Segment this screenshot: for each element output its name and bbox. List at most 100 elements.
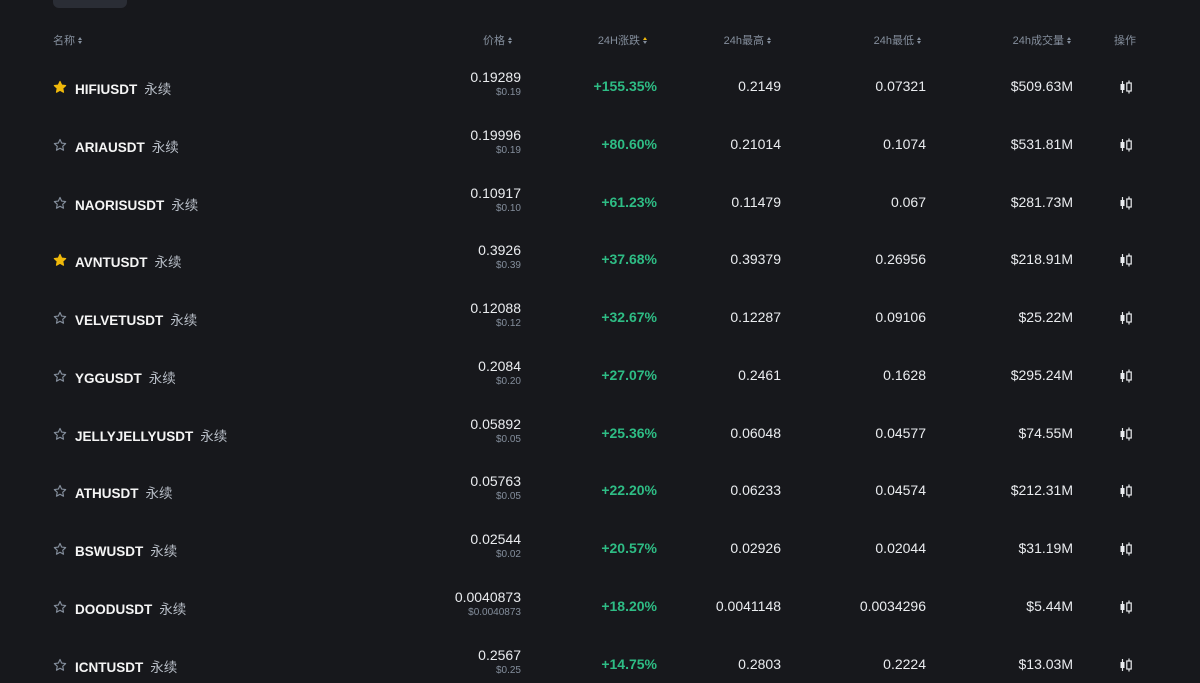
high-24h: 0.12287 [730,309,781,325]
symbol-cell[interactable]: AVNTUSDT 永续 [75,251,182,271]
symbol-name: NAORISUSDT [75,197,165,213]
column-low-header[interactable]: 24h最低 [874,32,923,48]
symbol-name: YGGUSDT [75,370,142,386]
symbol-cell[interactable]: ICNTUSDT 永续 [75,656,177,676]
symbol-cell[interactable]: JELLYJELLYUSDT 永续 [75,425,227,445]
volume-24h: $74.55M [1018,424,1073,441]
table-row[interactable]: ATHUSDT 永续 0.05763 $0.05 +22.20% 0.06233 … [0,462,1200,520]
volume-24h: $218.91M [1010,251,1073,268]
favorite-star-icon[interactable] [53,138,67,152]
table-row[interactable]: HIFIUSDT 永续 0.19289 $0.19 +155.35% 0.2149… [0,58,1200,116]
last-price: 0.05763 [470,473,521,490]
symbol-cell[interactable]: YGGUSDT 永续 [75,367,176,387]
contract-tag: 永续 [171,197,199,213]
volume-24h: $281.73M [1010,193,1073,210]
symbol-cell[interactable]: VELVETUSDT 永续 [75,309,197,329]
symbol-cell[interactable]: DOODUSDT 永续 [75,598,186,618]
candlestick-chart-icon[interactable] [1118,599,1134,615]
price-cell: 0.19996 $0.19 [470,127,521,158]
candlestick-chart-icon[interactable] [1118,657,1134,673]
price-cell: 0.2567 $0.25 [478,647,521,678]
candlestick-chart-icon[interactable] [1118,483,1134,499]
price-usd: $0.19 [495,144,521,156]
candlestick-chart-icon[interactable] [1118,368,1134,384]
candlestick-chart-icon[interactable] [1118,137,1134,153]
symbol-name: ATHUSDT [75,486,139,502]
column-high-label: 24h最高 [723,35,764,47]
low-24h: 0.0034296 [859,597,926,614]
last-price: 0.19289 [470,69,521,85]
price-usd: $0.39 [495,260,521,272]
favorite-star-icon[interactable] [53,253,67,267]
market-page: 名称 价格 24H涨跌 24h最高 24h最低 24h成交量 操作 HIFIUS… [0,0,1200,683]
candlestick-chart-icon[interactable] [1118,79,1134,95]
price-usd: $0.02 [495,549,521,560]
sort-icon [1067,35,1073,45]
favorite-star-icon[interactable] [53,484,67,498]
price-usd: $0.19 [495,87,521,98]
last-price: 0.2567 [478,646,521,663]
favorite-star-icon[interactable] [53,600,67,614]
favorite-star-icon[interactable] [53,196,67,210]
favorite-star-icon[interactable] [53,658,67,672]
price-cell: 0.2084 $0.20 [478,358,521,389]
column-action-header: 操作 [1114,32,1136,48]
symbol-name: ICNTUSDT [75,659,144,675]
column-action-label: 操作 [1114,35,1136,47]
contract-tag: 永续 [145,486,173,502]
favorite-star-icon[interactable] [53,311,67,325]
contract-tag: 永续 [144,82,172,97]
volume-24h: $531.81M [1010,135,1073,152]
high-24h: 0.06048 [730,424,781,441]
change-percent: +37.68% [601,251,657,268]
favorite-star-icon[interactable] [53,80,67,94]
price-cell: 0.12088 $0.12 [470,300,521,331]
table-row[interactable]: BSWUSDT 永续 0.02544 $0.02 +20.57% 0.02926 … [0,520,1200,578]
sort-active-icon [643,35,649,45]
high-24h: 0.02926 [730,540,781,556]
candlestick-chart-icon[interactable] [1118,195,1134,211]
column-change-header[interactable]: 24H涨跌 [598,32,649,48]
high-24h: 0.2149 [738,78,781,94]
column-price-header[interactable]: 价格 [483,32,514,48]
sort-icon [508,35,514,45]
table-row[interactable]: ICNTUSDT 永续 0.2567 $0.25 +14.75% 0.2803 0… [0,636,1200,683]
volume-24h: $13.03M [1018,655,1073,672]
column-name-header[interactable]: 名称 [53,32,84,48]
low-24h: 0.04574 [875,482,926,499]
symbol-cell[interactable]: HIFIUSDT 永续 [75,78,171,98]
high-24h: 0.39379 [730,251,781,268]
symbol-cell[interactable]: NAORISUSDT 永续 [75,194,198,214]
sort-icon [78,35,84,45]
symbol-cell[interactable]: ARIAUSDT 永续 [75,136,179,156]
table-row[interactable]: JELLYJELLYUSDT 永续 0.05892 $0.05 +25.36% 0… [0,405,1200,463]
table-row[interactable]: DOODUSDT 永续 0.0040873 $0.0040873 +18.20% … [0,578,1200,636]
price-cell: 0.19289 $0.19 [470,69,521,100]
low-24h: 0.09106 [875,309,926,325]
candlestick-chart-icon[interactable] [1118,426,1134,442]
symbol-cell[interactable]: ATHUSDT 永续 [75,482,173,502]
change-percent: +80.60% [601,135,657,152]
high-24h: 0.21014 [730,135,781,152]
table-row[interactable]: VELVETUSDT 永续 0.12088 $0.12 +32.67% 0.122… [0,289,1200,347]
symbol-name: DOODUSDT [75,601,153,617]
table-row[interactable]: ARIAUSDT 永续 0.19996 $0.19 +80.60% 0.21014… [0,116,1200,174]
price-cell: 0.02544 $0.02 [470,531,521,562]
table-row[interactable]: NAORISUSDT 永续 0.10917 $0.10 +61.23% 0.114… [0,174,1200,232]
tab-partial[interactable] [53,0,127,8]
favorite-star-icon[interactable] [53,542,67,556]
candlestick-chart-icon[interactable] [1118,252,1134,268]
favorite-star-icon[interactable] [53,369,67,383]
candlestick-chart-icon[interactable] [1118,310,1134,326]
favorite-star-icon[interactable] [53,427,67,441]
column-change-label: 24H涨跌 [597,35,640,47]
column-volume-header[interactable]: 24h成交量 [1013,32,1073,48]
column-high-header[interactable]: 24h最高 [724,32,773,48]
contract-tag: 永续 [159,601,187,617]
low-24h: 0.1628 [883,366,926,383]
table-row[interactable]: YGGUSDT 永续 0.2084 $0.20 +27.07% 0.2461 0.… [0,347,1200,405]
symbol-cell[interactable]: BSWUSDT 永续 [75,540,177,560]
table-row[interactable]: AVNTUSDT 永续 0.3926 $0.39 +37.68% 0.39379 … [0,231,1200,289]
candlestick-chart-icon[interactable] [1118,541,1134,557]
change-percent: +32.67% [601,309,657,325]
